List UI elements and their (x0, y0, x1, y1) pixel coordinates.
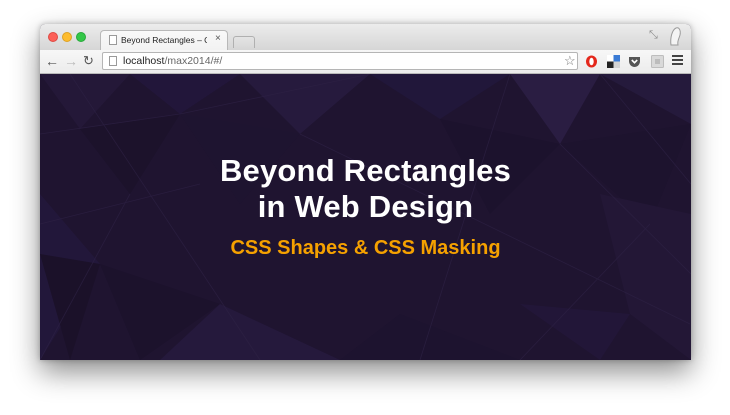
reload-button[interactable]: ↻ (83, 54, 94, 68)
address-bar[interactable]: localhost/max2014/#/ ☆ (102, 52, 578, 70)
url-text[interactable]: localhost/max2014/#/ (123, 55, 222, 67)
url-path: /max2014/#/ (164, 55, 223, 67)
forward-button[interactable]: → (64, 54, 78, 68)
slide-title-line1: Beyond Rectangles (219, 153, 512, 188)
tab-close-icon[interactable]: × (215, 33, 221, 44)
bookmark-star-icon[interactable]: ☆ (564, 53, 576, 69)
delicious-icon[interactable] (607, 55, 620, 68)
tab-strip: Beyond Rectangles – CSS S × ⤡ (40, 24, 691, 50)
url-host: localhost (123, 55, 165, 67)
maximize-window-button[interactable] (76, 32, 86, 42)
page-icon (109, 56, 117, 66)
opera-icon[interactable] (585, 55, 598, 68)
extension-icon[interactable] (651, 55, 664, 68)
close-window-button[interactable] (48, 32, 58, 42)
profile-icon[interactable] (669, 26, 682, 46)
restore-icon[interactable]: ⤡ (649, 29, 658, 42)
browser-toolbar: ← → ↻ localhost/max2014/#/ ☆ (40, 50, 691, 74)
page-icon (109, 35, 117, 45)
browser-window: Beyond Rectangles – CSS S × ⤡ ← → ↻ loca… (40, 24, 691, 360)
tab-title: Beyond Rectangles – CSS S (121, 35, 207, 45)
pocket-icon[interactable] (628, 55, 641, 68)
menu-icon[interactable] (672, 53, 683, 67)
slide-title-line2: in Web Design (257, 189, 474, 224)
page-viewport: Beyond Rectangles in Web Design CSS Shap… (40, 74, 691, 360)
new-tab-button[interactable] (233, 36, 255, 48)
back-button[interactable]: ← (45, 54, 59, 68)
tab-active[interactable]: Beyond Rectangles – CSS S × (100, 30, 228, 50)
minimize-window-button[interactable] (62, 32, 72, 42)
slide-subtitle: CSS Shapes & CSS Masking (230, 237, 501, 259)
